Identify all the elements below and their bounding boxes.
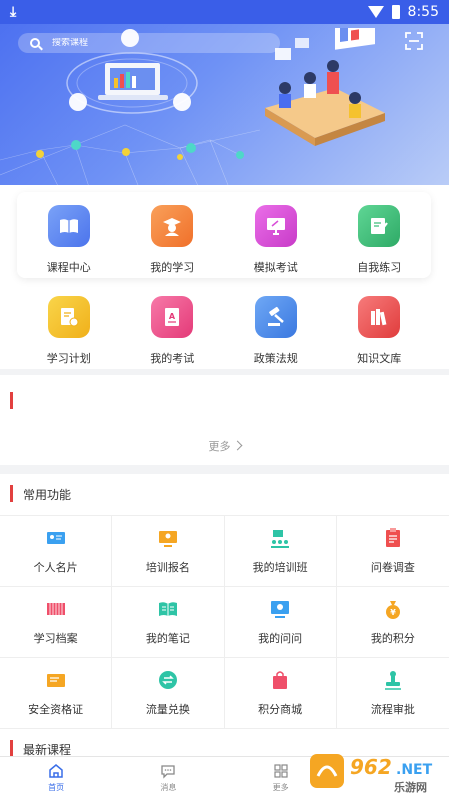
grid-item-policy[interactable]: 政策法规 — [224, 296, 328, 366]
grid-item-study-plan[interactable]: 学习计划 — [17, 296, 121, 366]
archive-icon — [45, 598, 67, 620]
exam-icon: A — [151, 296, 194, 338]
grid-item-my-study[interactable]: 我的学习 — [121, 205, 225, 275]
common-section-title: 常用功能 — [23, 488, 72, 502]
function-item-traffic-exchange[interactable]: 流量兑换 — [112, 658, 225, 729]
function-label: 积分商城 — [258, 703, 303, 716]
grid-item-label: 我的考试 — [150, 352, 195, 365]
function-item-safety-certificate[interactable]: 安全资格证 — [0, 658, 113, 729]
gavel-icon — [254, 296, 297, 338]
grid-icon — [274, 763, 288, 778]
chevron-right-icon — [232, 440, 242, 451]
certificate-icon — [45, 669, 67, 691]
top-banner[interactable] — [0, 0, 449, 185]
book-icon — [47, 205, 90, 247]
function-grid: 个人名片 培训报名 我的培训班 问卷调查 学习档案 我的笔记 我的问问 ¥ 我的… — [0, 515, 449, 729]
function-label: 个人名片 — [33, 561, 78, 574]
battery-icon — [391, 5, 400, 19]
function-item-my-questions[interactable]: 我的问问 — [224, 587, 337, 658]
grid-item-label: 课程中心 — [46, 261, 91, 274]
tab-messages[interactable]: 消息 — [112, 757, 224, 798]
news-section-marker — [10, 392, 13, 409]
grid-item-label: 自我练习 — [357, 261, 402, 274]
function-label: 我的问问 — [258, 632, 303, 645]
grid-item-label: 知识文库 — [357, 352, 402, 365]
download-icon: ⤓ — [10, 4, 17, 20]
function-label: 流程审批 — [370, 703, 415, 716]
grid-item-course-center[interactable]: 课程中心 — [17, 205, 121, 275]
status-time: 8:55 — [407, 4, 439, 20]
function-item-approval[interactable]: 流程审批 — [336, 658, 449, 729]
function-label: 我的笔记 — [145, 632, 190, 645]
function-label: 安全资格证 — [28, 703, 84, 716]
scan-icon[interactable] — [405, 32, 423, 50]
edit-icon — [358, 205, 401, 247]
plan-icon — [47, 296, 90, 338]
search-icon — [30, 38, 40, 48]
function-item-my-notes[interactable]: 我的笔记 — [112, 587, 225, 658]
second-feature-row: 学习计划 A 我的考试 政策法规 知识文库 — [17, 296, 431, 366]
grid-item-self-practice[interactable]: 自我练习 — [328, 205, 432, 275]
grid-item-mock-exam[interactable]: 模拟考试 — [224, 205, 328, 275]
question-icon — [269, 598, 291, 620]
top-feature-row: 课程中心 我的学习 模拟考试 自我练习 — [17, 205, 431, 275]
grid-item-label: 我的学习 — [150, 261, 195, 274]
tab-label: 更多 — [272, 782, 289, 792]
function-item-survey[interactable]: 问卷调查 — [336, 516, 449, 587]
points-icon: ¥ — [382, 598, 404, 620]
function-item-my-points[interactable]: ¥ 我的积分 — [336, 587, 449, 658]
svg-text:A: A — [169, 312, 176, 321]
svg-text:962: 962 — [350, 755, 392, 779]
notes-icon — [157, 598, 179, 620]
survey-icon — [382, 527, 404, 549]
tab-label: 首页 — [48, 782, 65, 792]
svg-text:.NET: .NET — [396, 762, 433, 778]
wifi-icon — [367, 6, 384, 18]
function-item-my-class[interactable]: 我的培训班 — [224, 516, 337, 587]
watermark-logo: 962 .NET 乐游网 — [302, 748, 449, 798]
more-link[interactable]: 更多 — [0, 438, 449, 454]
function-label: 我的积分 — [370, 632, 415, 645]
signup-icon — [157, 527, 179, 549]
exchange-icon — [157, 669, 179, 691]
shop-icon — [269, 669, 291, 691]
common-section-marker — [10, 485, 13, 502]
function-item-points-mall[interactable]: 积分商城 — [224, 658, 337, 729]
class-icon — [269, 527, 291, 549]
card-icon — [45, 527, 67, 549]
graduate-icon — [151, 205, 194, 247]
grid-item-label: 政策法规 — [253, 352, 298, 365]
stamp-icon — [382, 669, 404, 691]
search-input[interactable] — [52, 38, 252, 48]
svg-text:乐游网: 乐游网 — [394, 780, 427, 794]
home-icon — [49, 763, 63, 778]
svg-text:¥: ¥ — [390, 608, 396, 617]
function-label: 流量兑换 — [145, 703, 190, 716]
tab-home[interactable]: 首页 — [0, 757, 112, 798]
status-bar: ⤓ 8:55 — [0, 0, 449, 24]
function-label: 我的培训班 — [252, 561, 308, 574]
grid-item-my-exam[interactable]: A 我的考试 — [121, 296, 225, 366]
function-item-business-card[interactable]: 个人名片 — [0, 516, 113, 587]
library-icon — [358, 296, 401, 338]
grid-item-library[interactable]: 知识文库 — [328, 296, 432, 366]
more-label: 更多 — [208, 440, 231, 453]
function-label: 培训报名 — [145, 561, 190, 574]
grid-item-label: 学习计划 — [46, 352, 91, 365]
monitor-icon — [254, 205, 297, 247]
function-label: 学习档案 — [33, 632, 78, 645]
function-item-study-archive[interactable]: 学习档案 — [0, 587, 113, 658]
latest-section-marker — [10, 740, 13, 757]
grid-item-label: 模拟考试 — [253, 261, 298, 274]
search-bar[interactable] — [18, 33, 280, 53]
function-label: 问卷调查 — [370, 561, 415, 574]
message-icon — [161, 764, 176, 779]
tab-label: 消息 — [160, 782, 177, 792]
function-item-training-signup[interactable]: 培训报名 — [112, 516, 225, 587]
